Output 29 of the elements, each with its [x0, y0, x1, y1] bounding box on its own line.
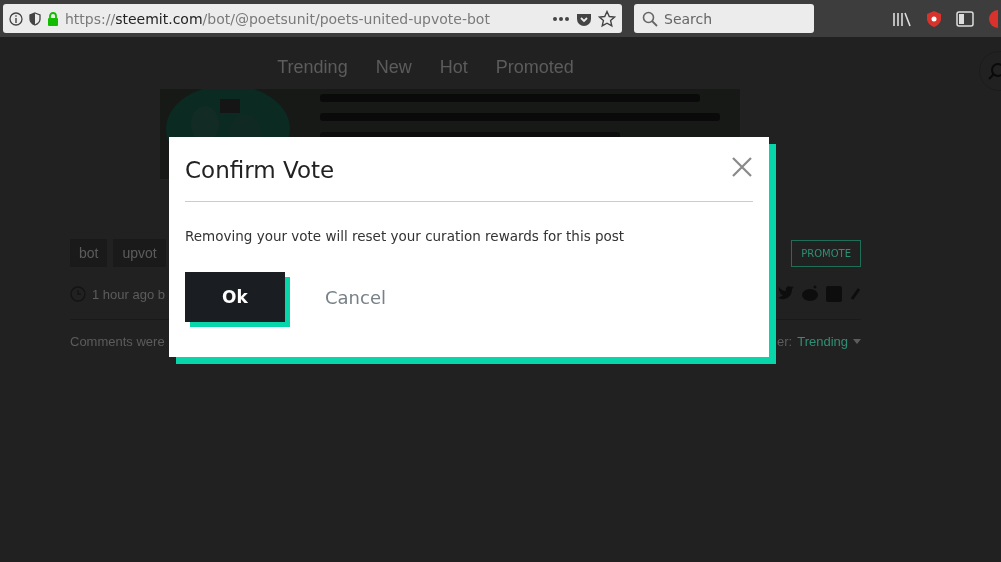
nav-link[interactable]: Hot [439, 57, 468, 83]
more-icon[interactable] [552, 15, 570, 22]
nav-link[interactable]: Promoted [495, 57, 574, 83]
shield-icon[interactable] [926, 9, 942, 28]
library-icon[interactable] [892, 10, 912, 27]
caret-icon[interactable] [853, 339, 861, 344]
search-field[interactable]: Search [634, 4, 814, 33]
dialog-title: Confirm Vote [185, 157, 335, 183]
post-meta: 1 hour ago b [92, 286, 165, 302]
search-icon [988, 62, 1001, 80]
tag[interactable]: bot [70, 239, 108, 267]
dialog-message: Removing your vote will reset your curation rewards for this post [185, 228, 626, 244]
star-icon[interactable] [598, 9, 616, 28]
sort-dropdown[interactable]: Trending [797, 334, 848, 349]
nav-link[interactable]: Trending [277, 57, 348, 83]
promote-button[interactable]: PROMOTE [791, 239, 861, 267]
tag[interactable]: upvot [113, 239, 166, 267]
sort-label: er: [777, 334, 793, 349]
search-icon [642, 10, 658, 27]
address-bar[interactable]: https://steemit.com/bot/@poetsunit/poets-united-upvote-bot [3, 4, 622, 33]
comments-notice: Comments were [70, 334, 165, 349]
nav-link[interactable]: New [375, 57, 412, 83]
close-icon [731, 155, 753, 178]
shield-icon[interactable] [29, 11, 41, 26]
url-text[interactable]: https://steemit.com/bot/@poetsunit/poets-united-upvote-bot [65, 10, 546, 27]
cancel-button[interactable]: Cancel [319, 285, 392, 309]
sidebar-icon[interactable] [956, 10, 974, 27]
lock-icon[interactable] [47, 11, 59, 26]
info-icon[interactable] [9, 11, 23, 26]
